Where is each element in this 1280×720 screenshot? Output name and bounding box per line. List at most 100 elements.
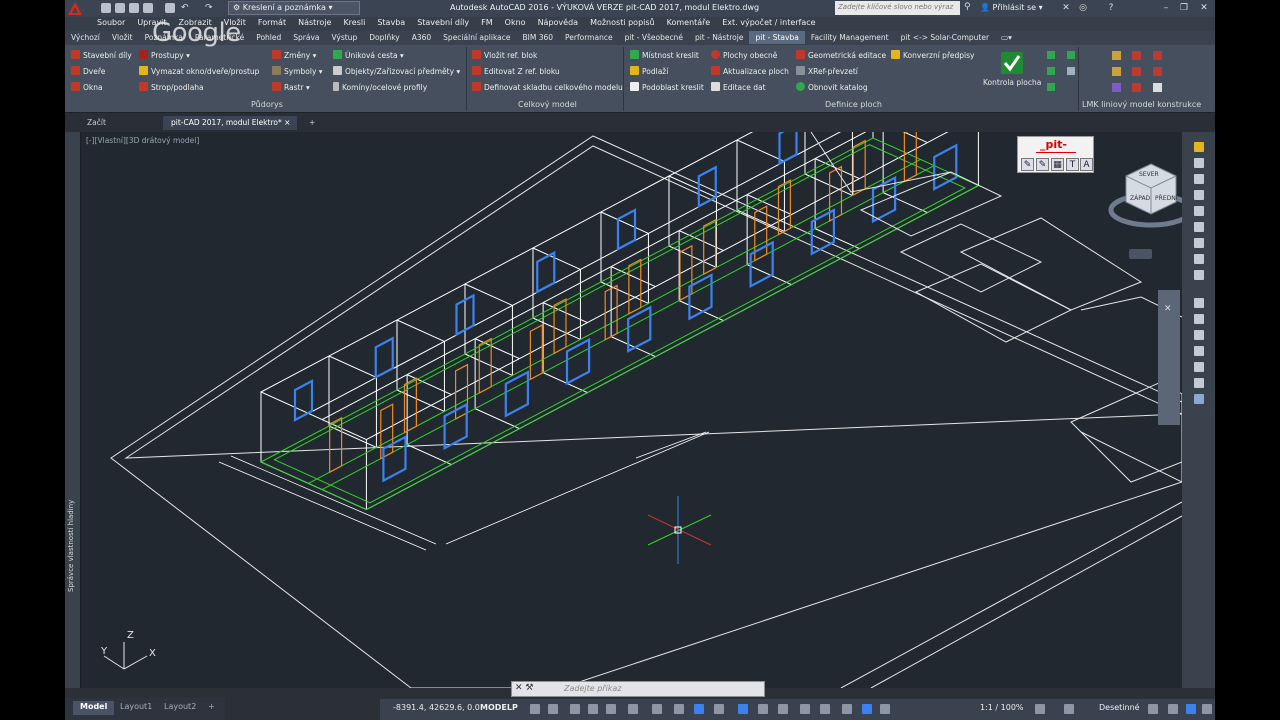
- tool-icon[interactable]: [1194, 270, 1204, 280]
- stavebni-dily-button[interactable]: Stavební díly: [71, 49, 132, 63]
- menu-item[interactable]: Stavba: [371, 17, 411, 28]
- close-icon[interactable]: ✕: [1198, 2, 1210, 14]
- tab-drawing[interactable]: pit-CAD 2017, modul Elektro* ×: [163, 116, 297, 130]
- podlazi-button[interactable]: Podlaží: [630, 65, 668, 79]
- app-menu-icon[interactable]: [67, 1, 83, 16]
- konverzni-predpisy-button[interactable]: Konverzní předpisy: [891, 49, 974, 63]
- tool-icon[interactable]: [1194, 346, 1204, 356]
- transparency-icon[interactable]: [738, 704, 748, 714]
- menu-item[interactable]: Formát: [252, 17, 292, 28]
- minimize-icon[interactable]: –: [1160, 2, 1172, 14]
- tab-vychozi[interactable]: Výchozí: [65, 31, 106, 44]
- kontrola-plocha-button[interactable]: Kontrola plocha: [983, 49, 1049, 97]
- coordinates-readout[interactable]: -8391.4, 42629.6, 0.0: [393, 703, 480, 712]
- grid-icon[interactable]: [530, 704, 540, 714]
- lmk-tool-icon[interactable]: [1153, 51, 1162, 60]
- save-icon[interactable]: [129, 3, 139, 13]
- pencil-tool-icon[interactable]: [1194, 142, 1204, 152]
- tab-layout1[interactable]: Layout1: [113, 701, 159, 715]
- pit-table-icon[interactable]: ▦: [1051, 158, 1064, 171]
- snap-icon[interactable]: [548, 704, 558, 714]
- lmk-tool-icon[interactable]: [1153, 67, 1162, 76]
- small-tool-icon[interactable]: [1067, 51, 1075, 59]
- tab-vlozit[interactable]: Vložit: [106, 31, 139, 44]
- podoblast-kreslit-button[interactable]: Podoblast kreslit: [630, 81, 704, 95]
- tab-pit-stavba[interactable]: pit - Stavba: [749, 31, 805, 44]
- lock-ui-icon[interactable]: [1168, 704, 1178, 714]
- gizmo-icon[interactable]: [820, 704, 830, 714]
- close-navbar-icon[interactable]: ✕: [1164, 304, 1172, 314]
- tab-performance[interactable]: Performance: [559, 31, 619, 44]
- print-icon[interactable]: [165, 3, 175, 13]
- new-icon[interactable]: [101, 3, 111, 13]
- workspace-switch-icon[interactable]: [1035, 704, 1045, 714]
- xref-prevzeti-button[interactable]: XRef-převzetí: [796, 65, 858, 79]
- selection-cycling-icon[interactable]: [758, 704, 768, 714]
- tab-pohled[interactable]: Pohled: [250, 31, 287, 44]
- dynamic-input-icon[interactable]: [588, 704, 598, 714]
- aktualizace-ploch-button[interactable]: Aktualizace ploch: [711, 65, 789, 79]
- tab-sprava[interactable]: Správa: [287, 31, 325, 44]
- maximize-icon[interactable]: ❐: [1178, 2, 1190, 14]
- menu-item[interactable]: Komentáře: [661, 17, 717, 28]
- tab-specialni-aplikace[interactable]: Speciální aplikace: [437, 31, 516, 44]
- quick-properties-icon[interactable]: [1148, 704, 1158, 714]
- tab-layout2[interactable]: Layout2: [157, 701, 203, 715]
- unikova-cesta-button[interactable]: Úniková cesta ▾: [333, 49, 404, 63]
- menu-item[interactable]: Soubor: [65, 17, 131, 28]
- ducs-icon[interactable]: [800, 704, 810, 714]
- infer-icon[interactable]: [570, 704, 580, 714]
- lmk-tool-icon[interactable]: [1132, 83, 1141, 92]
- kominy-button[interactable]: Komíny/ocelové profily: [333, 81, 427, 95]
- menu-item[interactable]: Kresli: [337, 17, 371, 28]
- a360-icon[interactable]: ◎: [1077, 2, 1089, 14]
- isodraft-icon[interactable]: [652, 704, 662, 714]
- rastr-button[interactable]: Rastr ▾: [272, 81, 310, 95]
- menu-item[interactable]: Okno: [499, 17, 532, 28]
- vlozit-ref-blok-button[interactable]: Vložit ref. blok: [472, 49, 537, 63]
- tool-icon[interactable]: [1194, 314, 1204, 324]
- tab-pit-solar-computer[interactable]: pit <-> Solar-Computer: [895, 31, 995, 44]
- viewcube[interactable]: SEVER PŘEDNÍ ZÁPAD: [1106, 162, 1182, 234]
- small-tool-icon[interactable]: [1047, 67, 1055, 75]
- tab-a360[interactable]: A360: [406, 31, 437, 44]
- strop-podlaha-button[interactable]: Strop/podlaha: [139, 81, 204, 95]
- units-select[interactable]: Desetinné: [1099, 703, 1140, 712]
- annotation-monitor-icon[interactable]: [1064, 704, 1074, 714]
- editovat-z-ref-bloku-button[interactable]: Editovat Z ref. bloku: [472, 65, 560, 79]
- ribbon-toggle-icon[interactable]: ▭▾: [995, 31, 1018, 44]
- osnap-tracking-icon[interactable]: [694, 704, 704, 714]
- customize-icon[interactable]: [1202, 704, 1212, 714]
- menu-item[interactable]: Možnosti popisů: [584, 17, 661, 28]
- help-icon[interactable]: ?: [1105, 2, 1117, 14]
- tab-pit-nastroje[interactable]: pit - Nástroje: [689, 31, 750, 44]
- exchange-icon[interactable]: ✕: [1060, 2, 1072, 14]
- small-tool-icon[interactable]: [1047, 83, 1055, 91]
- definovat-skladbu-button[interactable]: Definovat skladbu celkového modelu: [472, 81, 623, 95]
- menu-item[interactable]: Ext. výpočet / interface: [716, 17, 821, 28]
- tool-icon[interactable]: [1194, 174, 1204, 184]
- tool-icon[interactable]: [1194, 190, 1204, 200]
- lmk-tool-icon[interactable]: [1132, 51, 1141, 60]
- model-space-toggle[interactable]: MODELP: [480, 703, 518, 712]
- lmk-tool-icon[interactable]: [1112, 51, 1121, 60]
- editace-dat-button[interactable]: Editace dat: [711, 81, 766, 95]
- saveas-icon[interactable]: [143, 3, 153, 13]
- tab-vystup[interactable]: Výstup: [326, 31, 364, 44]
- zmeny-button[interactable]: Změny ▾: [272, 49, 316, 63]
- prostupy-button[interactable]: Prostupy ▾: [139, 49, 190, 63]
- tool-icon[interactable]: [1194, 158, 1204, 168]
- tool-icon[interactable]: [1194, 238, 1204, 248]
- wcs-menu[interactable]: [1129, 249, 1152, 259]
- pit-edit-icon[interactable]: ✎: [1021, 158, 1034, 171]
- tab-start[interactable]: Začít: [79, 116, 114, 130]
- lmk-tool-icon[interactable]: [1153, 83, 1162, 92]
- lmk-tool-icon[interactable]: [1132, 67, 1141, 76]
- workspace-select[interactable]: ⚙ Kreslení a poznámka ▾: [228, 1, 360, 15]
- search-icon[interactable]: ⚲: [964, 2, 971, 12]
- polar-icon[interactable]: [628, 704, 638, 714]
- isolate-objects-icon[interactable]: [1186, 704, 1196, 714]
- drawing-canvas[interactable]: [-][Vlastní][3D drátový model] _pit- ✎ ✎…: [81, 132, 1182, 688]
- undo-icon[interactable]: ↶: [181, 3, 191, 13]
- tab-doplnky[interactable]: Doplňky: [363, 31, 405, 44]
